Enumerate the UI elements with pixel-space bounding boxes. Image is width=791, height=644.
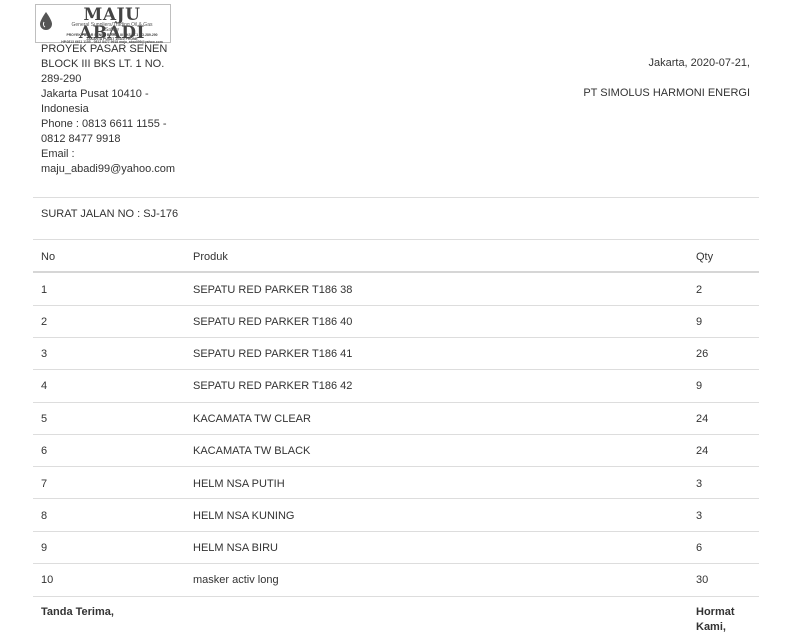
cell-produk: SEPATU RED PARKER T186 42	[193, 380, 353, 392]
document-date: Jakarta, 2020-07-21,	[648, 57, 750, 69]
header-no: No	[41, 251, 56, 263]
oil-drop-icon	[40, 12, 52, 30]
divider	[33, 197, 759, 198]
signature-receiver-label: Tanda Terima,	[41, 606, 114, 618]
cell-produk: HELM NSA PUTIH	[193, 478, 285, 490]
row-divider	[33, 531, 759, 532]
row-divider	[33, 402, 759, 403]
address-line: Email :	[41, 148, 75, 160]
cell-no: 6	[41, 445, 48, 457]
row-divider	[33, 369, 759, 370]
cell-qty: 9	[696, 380, 703, 392]
address-line: Indonesia	[41, 103, 89, 115]
cell-no: 3	[41, 348, 48, 360]
cell-no: 7	[41, 478, 48, 490]
cell-produk: KACAMATA TW CLEAR	[193, 413, 311, 425]
row-divider	[33, 596, 759, 597]
cell-produk: SEPATU RED PARKER T186 38	[193, 284, 353, 296]
cell-produk: HELM NSA BIRU	[193, 542, 278, 554]
cell-produk: KACAMATA TW BLACK	[193, 445, 311, 457]
row-divider	[33, 305, 759, 306]
address-line: 289-290	[41, 73, 82, 85]
cell-no: 1	[41, 284, 48, 296]
customer-name: PT SIMOLUS HARMONI ENERGI	[583, 87, 750, 99]
cell-produk: SEPATU RED PARKER T186 41	[193, 348, 353, 360]
signature-sender-label: Hormat Kami,	[696, 606, 735, 633]
company-address: PROYEK PASAR SENEN BLOCK III BKS LT. 1 N…	[41, 42, 181, 177]
address-line: BLOCK III BKS LT. 1 NO.	[41, 58, 165, 70]
cell-produk: SEPATU RED PARKER T186 40	[193, 316, 353, 328]
cell-qty: 24	[696, 413, 709, 425]
cell-produk: HELM NSA KUNING	[193, 510, 295, 522]
cell-produk: masker activ long	[193, 574, 279, 586]
cell-qty: 30	[696, 574, 709, 586]
header-divider	[33, 271, 759, 273]
surat-jalan-number: SURAT JALAN NO : SJ-176	[41, 208, 179, 220]
cell-no: 5	[41, 413, 48, 425]
cell-qty: 26	[696, 348, 709, 360]
cell-qty: 2	[696, 284, 703, 296]
cell-no: 10	[41, 574, 54, 586]
cell-qty: 24	[696, 445, 709, 457]
cell-no: 8	[41, 510, 48, 522]
cell-qty: 6	[696, 542, 703, 554]
cell-qty: 3	[696, 510, 703, 522]
row-divider	[33, 498, 759, 499]
row-divider	[33, 434, 759, 435]
address-line: 0812 8477 9918	[41, 133, 121, 145]
row-divider	[33, 563, 759, 564]
divider	[33, 239, 759, 240]
row-divider	[33, 337, 759, 338]
address-line: Jakarta Pusat 10410 -	[41, 88, 149, 100]
address-line: maju_abadi99@yahoo.com	[41, 163, 176, 175]
address-line: Phone : 0813 6611 1155 -	[41, 118, 167, 130]
cell-qty: 3	[696, 478, 703, 490]
cell-no: 9	[41, 542, 48, 554]
cell-no: 2	[41, 316, 48, 328]
cell-qty: 9	[696, 316, 703, 328]
cell-no: 4	[41, 380, 48, 392]
header-produk: Produk	[193, 251, 228, 263]
address-line: PROYEK PASAR SENEN	[41, 43, 168, 55]
header-qty: Qty	[696, 251, 714, 263]
row-divider	[33, 466, 759, 467]
logo-tagline: General Suppliers/Trading Oil & Gas Safe…	[71, 22, 153, 33]
company-logo: MAJU ABADI General Suppliers/Trading Oil…	[35, 4, 171, 44]
